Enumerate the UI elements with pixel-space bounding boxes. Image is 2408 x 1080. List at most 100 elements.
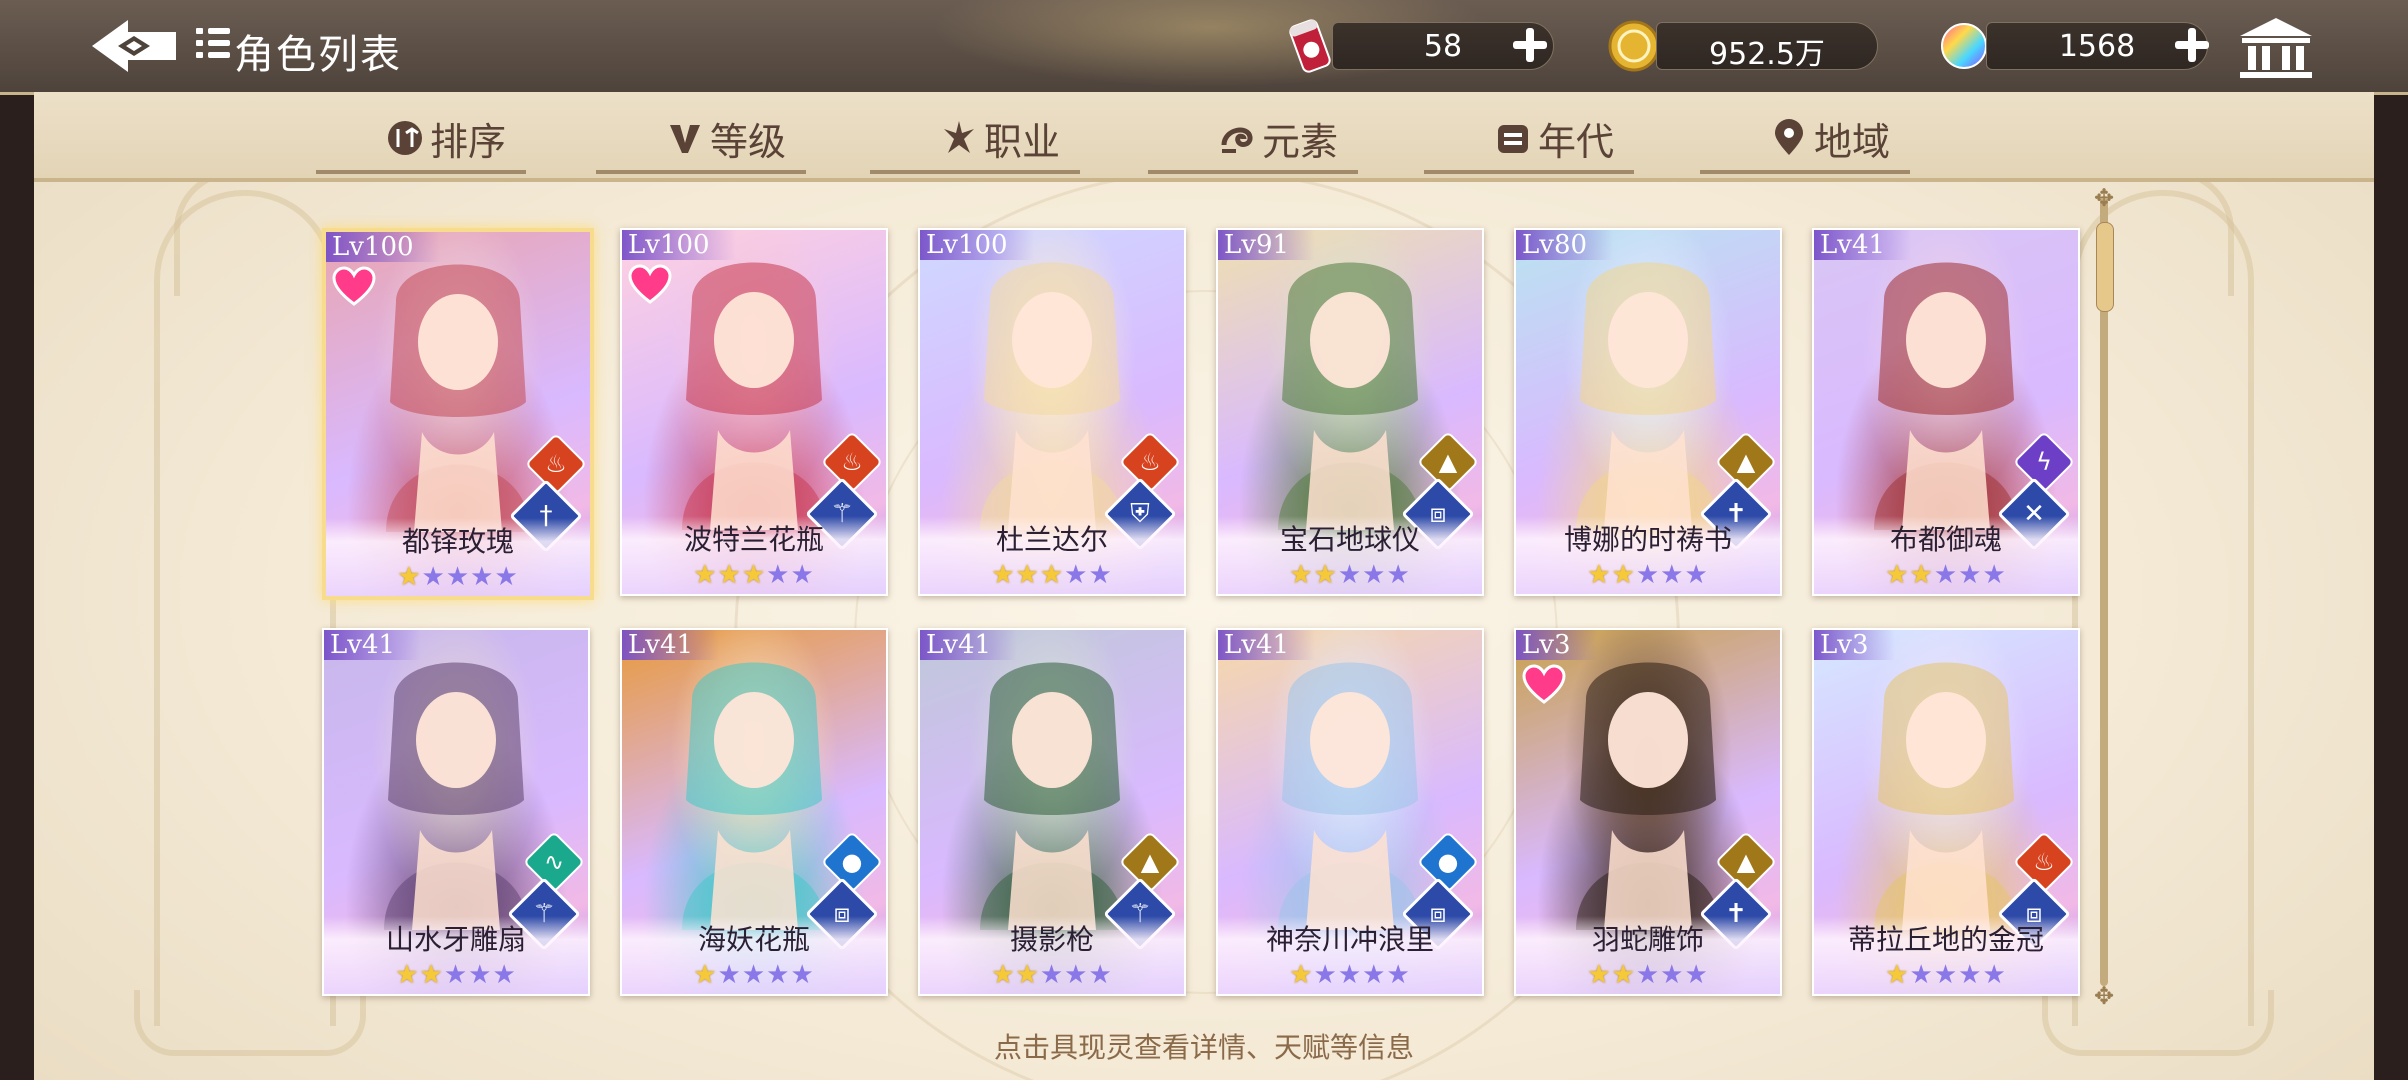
tab-level[interactable]: 等级 [666, 110, 786, 166]
character-card[interactable]: Lv41 ϟ ✕ 布都御魂 ★★★★★ [1812, 228, 2080, 596]
back-arrow-icon[interactable] [88, 16, 180, 76]
star-empty-icon: ★ [1337, 960, 1363, 990]
favorite-heart-icon [332, 266, 376, 306]
star-rating: ★★★★★ [920, 960, 1184, 990]
tab-element[interactable]: 元素 [1218, 110, 1338, 166]
element-glyph: ♨ [2033, 848, 2055, 876]
star-empty-icon: ★ [1635, 960, 1661, 990]
element-glyph: ● [1437, 848, 1459, 876]
tab-sort[interactable]: 排序 [386, 110, 506, 166]
star-empty-icon: ★ [1337, 560, 1363, 590]
star-empty-icon: ★ [1386, 960, 1411, 990]
star-rating: ★★★★★ [1516, 560, 1780, 590]
level-badge: Lv3 [1814, 630, 1895, 660]
scrollbar-track[interactable] [2100, 196, 2108, 986]
character-card[interactable]: Lv100 ♨ ⚚ 波特兰花瓶 ★★★★★ [620, 228, 888, 596]
element-glyph: ♨ [545, 450, 567, 478]
star-empty-icon: ★ [1064, 560, 1089, 590]
star-filled-icon: ★ [1611, 960, 1636, 990]
character-name: 海妖花瓶 [697, 923, 810, 956]
character-card[interactable]: Lv91 ▲ ⧈ 宝石地球仪 ★★★★★ [1216, 228, 1484, 596]
tab-divider [1148, 170, 1358, 174]
star-rating: ★★★★★ [622, 960, 886, 990]
character-name: 蒂拉丘地的金冠 [1847, 923, 2044, 956]
star-empty-icon: ★ [790, 560, 815, 590]
level-badge: Lv41 [1218, 630, 1316, 660]
gold-value: 952.5万 [1709, 37, 1825, 72]
star-empty-icon: ★ [1660, 560, 1685, 590]
star-rating: ★★★★★ [1814, 960, 2078, 990]
tab-era[interactable]: 年代 [1494, 110, 1614, 166]
character-card[interactable]: Lv3 ▲ ✝ 羽蛇雕饰 ★★★★★ [1514, 628, 1782, 996]
element-glyph: ▲ [1736, 448, 1756, 476]
star-rating: ★★★★★ [1218, 560, 1482, 590]
star-filled-icon: ★ [717, 560, 742, 590]
level-badge: Lv100 [622, 230, 736, 260]
era-icon [1498, 125, 1528, 153]
favorite-heart-icon [628, 264, 672, 304]
character-card[interactable]: Lv41 ▲ ⚚ 摄影枪 ★★★★★ [918, 628, 1186, 996]
star-filled-icon: ★ [693, 960, 718, 990]
level-icon [670, 125, 700, 153]
bank-icon[interactable] [2236, 16, 2316, 80]
star-filled-icon: ★ [1015, 560, 1040, 590]
star-empty-icon: ★ [1088, 560, 1113, 590]
tab-divider [1700, 170, 1910, 174]
star-empty-icon: ★ [1982, 960, 2007, 990]
tab-era-label: 年代 [1538, 119, 1615, 164]
hint-text: 点击具现灵查看详情、天赋等信息 [993, 1031, 1414, 1064]
character-card[interactable]: Lv41 ● ⧈ 海妖花瓶 ★★★★★ [620, 628, 888, 996]
star-empty-icon: ★ [717, 960, 742, 990]
scrollbar-thumb[interactable] [2096, 222, 2114, 312]
star-filled-icon: ★ [1587, 960, 1612, 990]
tab-divider [316, 170, 526, 174]
star-empty-icon: ★ [741, 960, 767, 990]
star-filled-icon: ★ [991, 560, 1016, 590]
character-card[interactable]: Lv80 ▲ ✝ 博娜的时祷书 ★★★★★ [1514, 228, 1782, 596]
element-glyph: ♨ [841, 448, 863, 476]
star-empty-icon: ★ [468, 960, 493, 990]
star-empty-icon: ★ [1684, 960, 1709, 990]
star-empty-icon: ★ [1982, 560, 2007, 590]
list-icon [196, 28, 230, 64]
character-name: 都铎玫瑰 [401, 525, 514, 558]
star-filled-icon: ★ [1289, 960, 1314, 990]
star-filled-icon: ★ [741, 560, 767, 590]
star-empty-icon: ★ [1362, 560, 1387, 590]
level-badge: Lv100 [326, 232, 440, 262]
level-badge: Lv3 [1516, 630, 1597, 660]
star-rating: ★★★★★ [1516, 960, 1780, 990]
tab-region[interactable]: 地域 [1770, 110, 1890, 166]
star-empty-icon: ★ [1660, 960, 1685, 990]
character-card[interactable]: Lv41 ● ⧈ 神奈川冲浪里 ★★★★★ [1216, 628, 1484, 996]
star-empty-icon: ★ [421, 562, 446, 592]
add-stamina-button[interactable] [1506, 22, 1552, 68]
star-empty-icon: ★ [445, 562, 471, 592]
element-glyph: ▲ [1736, 848, 1756, 876]
character-card[interactable]: Lv3 ♨ ⧈ 蒂拉丘地的金冠 ★★★★★ [1812, 628, 2080, 996]
character-card[interactable]: Lv100 ♨ † 都铎玫瑰 ★★★★★ [322, 228, 594, 600]
star-empty-icon: ★ [1958, 560, 1983, 590]
character-card[interactable]: Lv100 ♨ ⛨ 杜兰达尔 ★★★★★ [918, 228, 1186, 596]
element-glyph: ϟ [2036, 448, 2052, 476]
star-filled-icon: ★ [395, 960, 420, 990]
star-empty-icon: ★ [470, 562, 495, 592]
character-name: 博娜的时祷书 [1563, 523, 1732, 556]
level-badge: Lv91 [1218, 230, 1316, 260]
character-name: 羽蛇雕饰 [1591, 923, 1704, 956]
star-empty-icon: ★ [1909, 960, 1934, 990]
star-empty-icon: ★ [492, 960, 517, 990]
character-card[interactable]: Lv41 ∿ ⚚ 山水牙雕扇 ★★★★★ [322, 628, 590, 996]
level-badge: Lv41 [920, 630, 1018, 660]
star-empty-icon: ★ [494, 562, 519, 592]
star-filled-icon: ★ [397, 562, 422, 592]
element-glyph: ▲ [1140, 848, 1160, 876]
add-gem-button[interactable] [2168, 22, 2214, 68]
character-name: 神奈川冲浪里 [1265, 923, 1434, 956]
tab-level-label: 等级 [710, 119, 787, 164]
star-empty-icon: ★ [1933, 560, 1959, 590]
tab-class[interactable]: 职业 [940, 110, 1060, 166]
tab-divider [1424, 170, 1634, 174]
tab-divider [870, 170, 1080, 174]
favorite-heart-icon [1522, 664, 1566, 704]
